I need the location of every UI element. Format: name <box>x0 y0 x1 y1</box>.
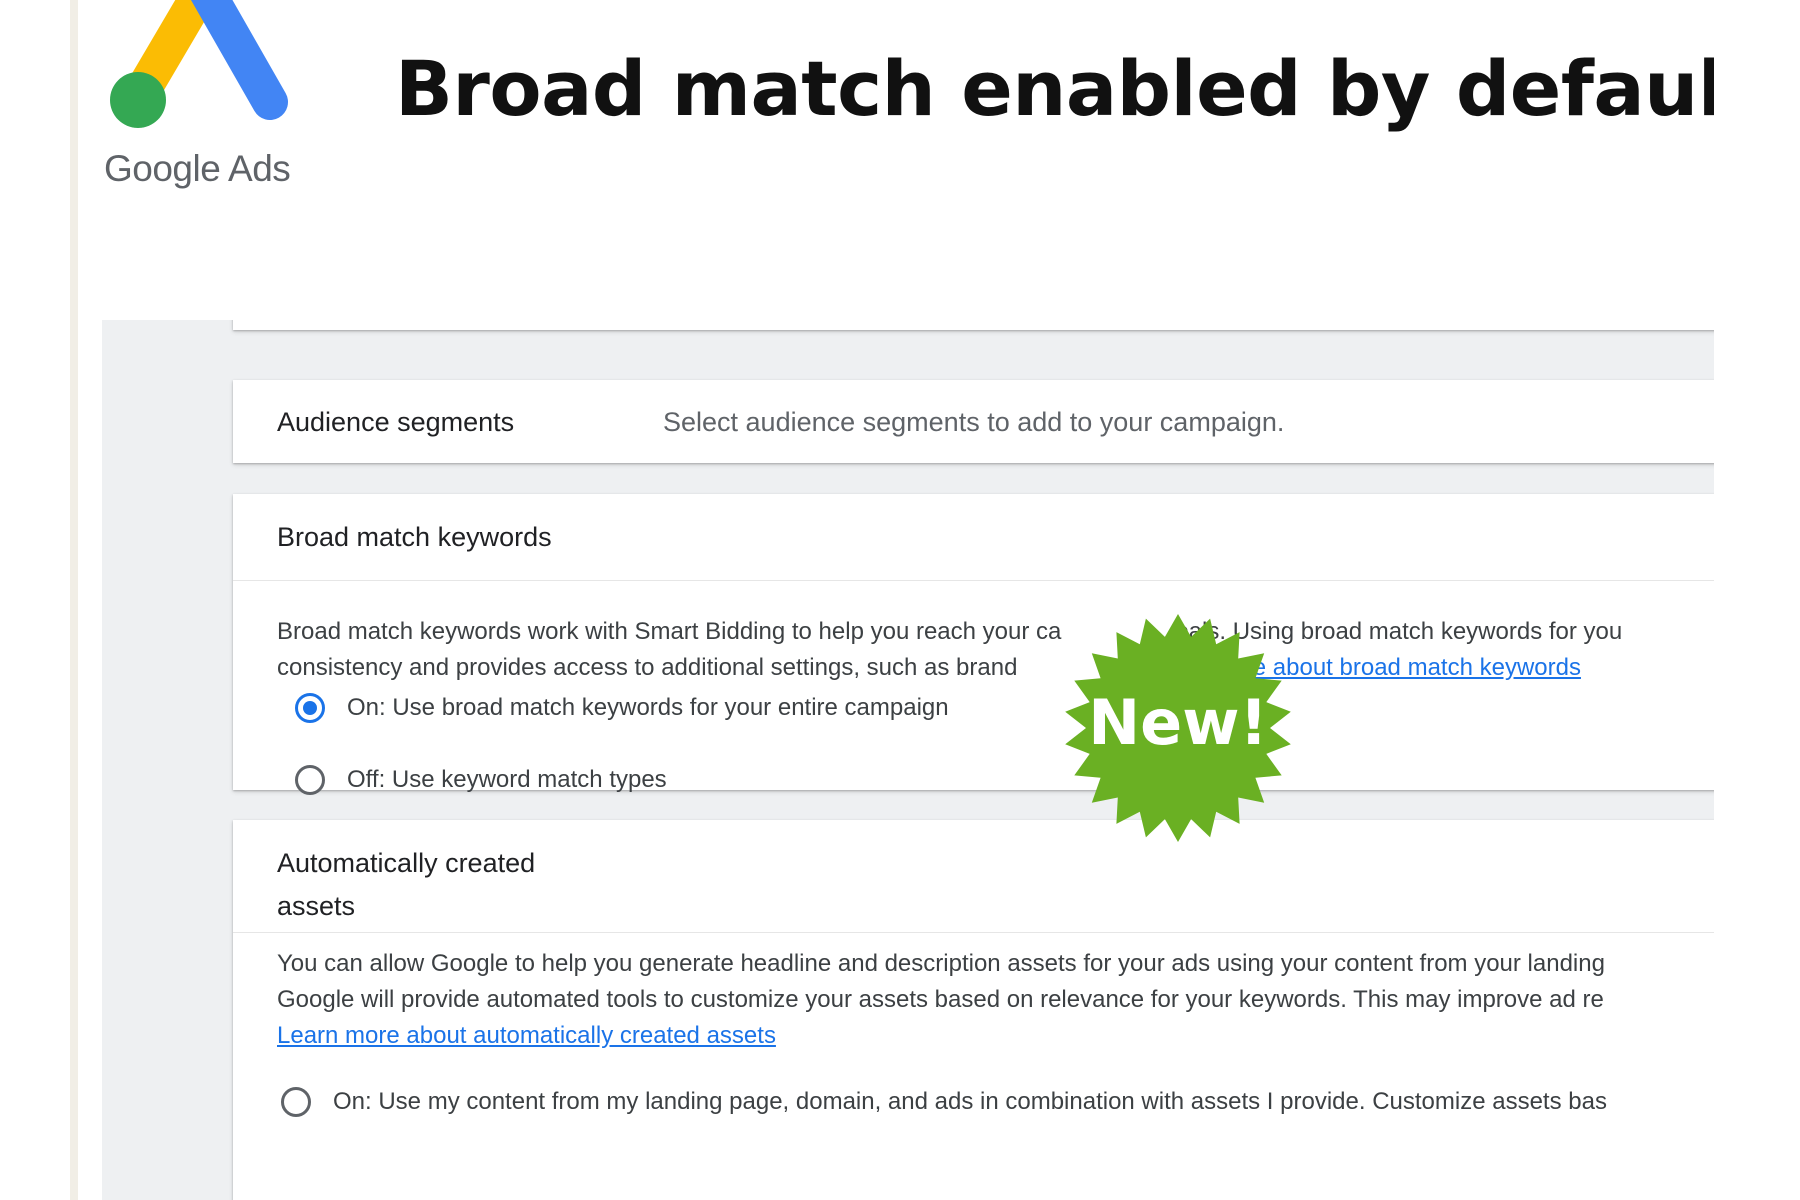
auto-assets-on-option[interactable]: On: Use my content from my landing page,… <box>281 1082 1607 1122</box>
broad-match-description-text: consistency and provides access to addit… <box>277 654 1018 681</box>
left-edge-strip <box>70 0 78 1200</box>
auto-assets-description-line: Google will provide automated tools to c… <box>277 986 1604 1013</box>
audience-segments-title: Audience segments <box>277 407 515 437</box>
new-badge-label: New! <box>1088 686 1268 759</box>
right-margin <box>1714 0 1800 1200</box>
logo-caption: Google Ads <box>104 148 291 189</box>
radio-button[interactable] <box>281 1087 311 1117</box>
divider <box>233 580 1714 581</box>
audience-segments-description: Select audience segments to add to your … <box>663 407 1285 437</box>
radio-button[interactable] <box>295 765 325 795</box>
learn-more-auto-assets-link[interactable]: Learn more about automatically created a… <box>277 1022 776 1049</box>
broad-match-on-label: On: Use broad match keywords for your en… <box>347 694 949 721</box>
automatically-created-assets-card: Automatically created assets You can all… <box>233 820 1714 1200</box>
broad-match-description: Broad match keywords work with Smart Bid… <box>277 614 1714 686</box>
settings-screenshot: Audience segments Select audience segmen… <box>102 320 1714 1200</box>
broad-match-description-text: Broad match keywords work with Smart Bid… <box>277 618 1062 645</box>
auto-assets-on-label: On: Use my content from my landing page,… <box>333 1088 1607 1115</box>
broad-match-keywords-card: Broad match keywords Broad match keyword… <box>233 494 1714 795</box>
auto-assets-description-line: You can allow Google to help you generat… <box>277 950 1605 977</box>
auto-assets-title-line: assets <box>277 891 356 921</box>
broad-match-on-option[interactable]: On: Use broad match keywords for your en… <box>295 688 949 728</box>
radio-button-selected[interactable] <box>295 693 325 723</box>
page-headline: Broad match enabled by default! <box>395 44 1794 133</box>
previous-card <box>233 320 1714 330</box>
auto-assets-title: Automatically created assets <box>277 842 637 928</box>
auto-assets-title-line: Automatically created <box>277 848 536 878</box>
broad-match-off-label: Off: Use keyword match types <box>347 766 667 793</box>
divider <box>233 932 1714 933</box>
left-margin <box>0 0 76 1200</box>
audience-segments-card[interactable]: Audience segments Select audience segmen… <box>233 380 1714 463</box>
broad-match-title: Broad match keywords <box>277 522 552 552</box>
auto-assets-description: You can allow Google to help you generat… <box>277 946 1714 1054</box>
new-starburst-badge-icon: New! <box>1065 614 1291 842</box>
broad-match-off-option[interactable]: Off: Use keyword match types <box>295 760 667 800</box>
